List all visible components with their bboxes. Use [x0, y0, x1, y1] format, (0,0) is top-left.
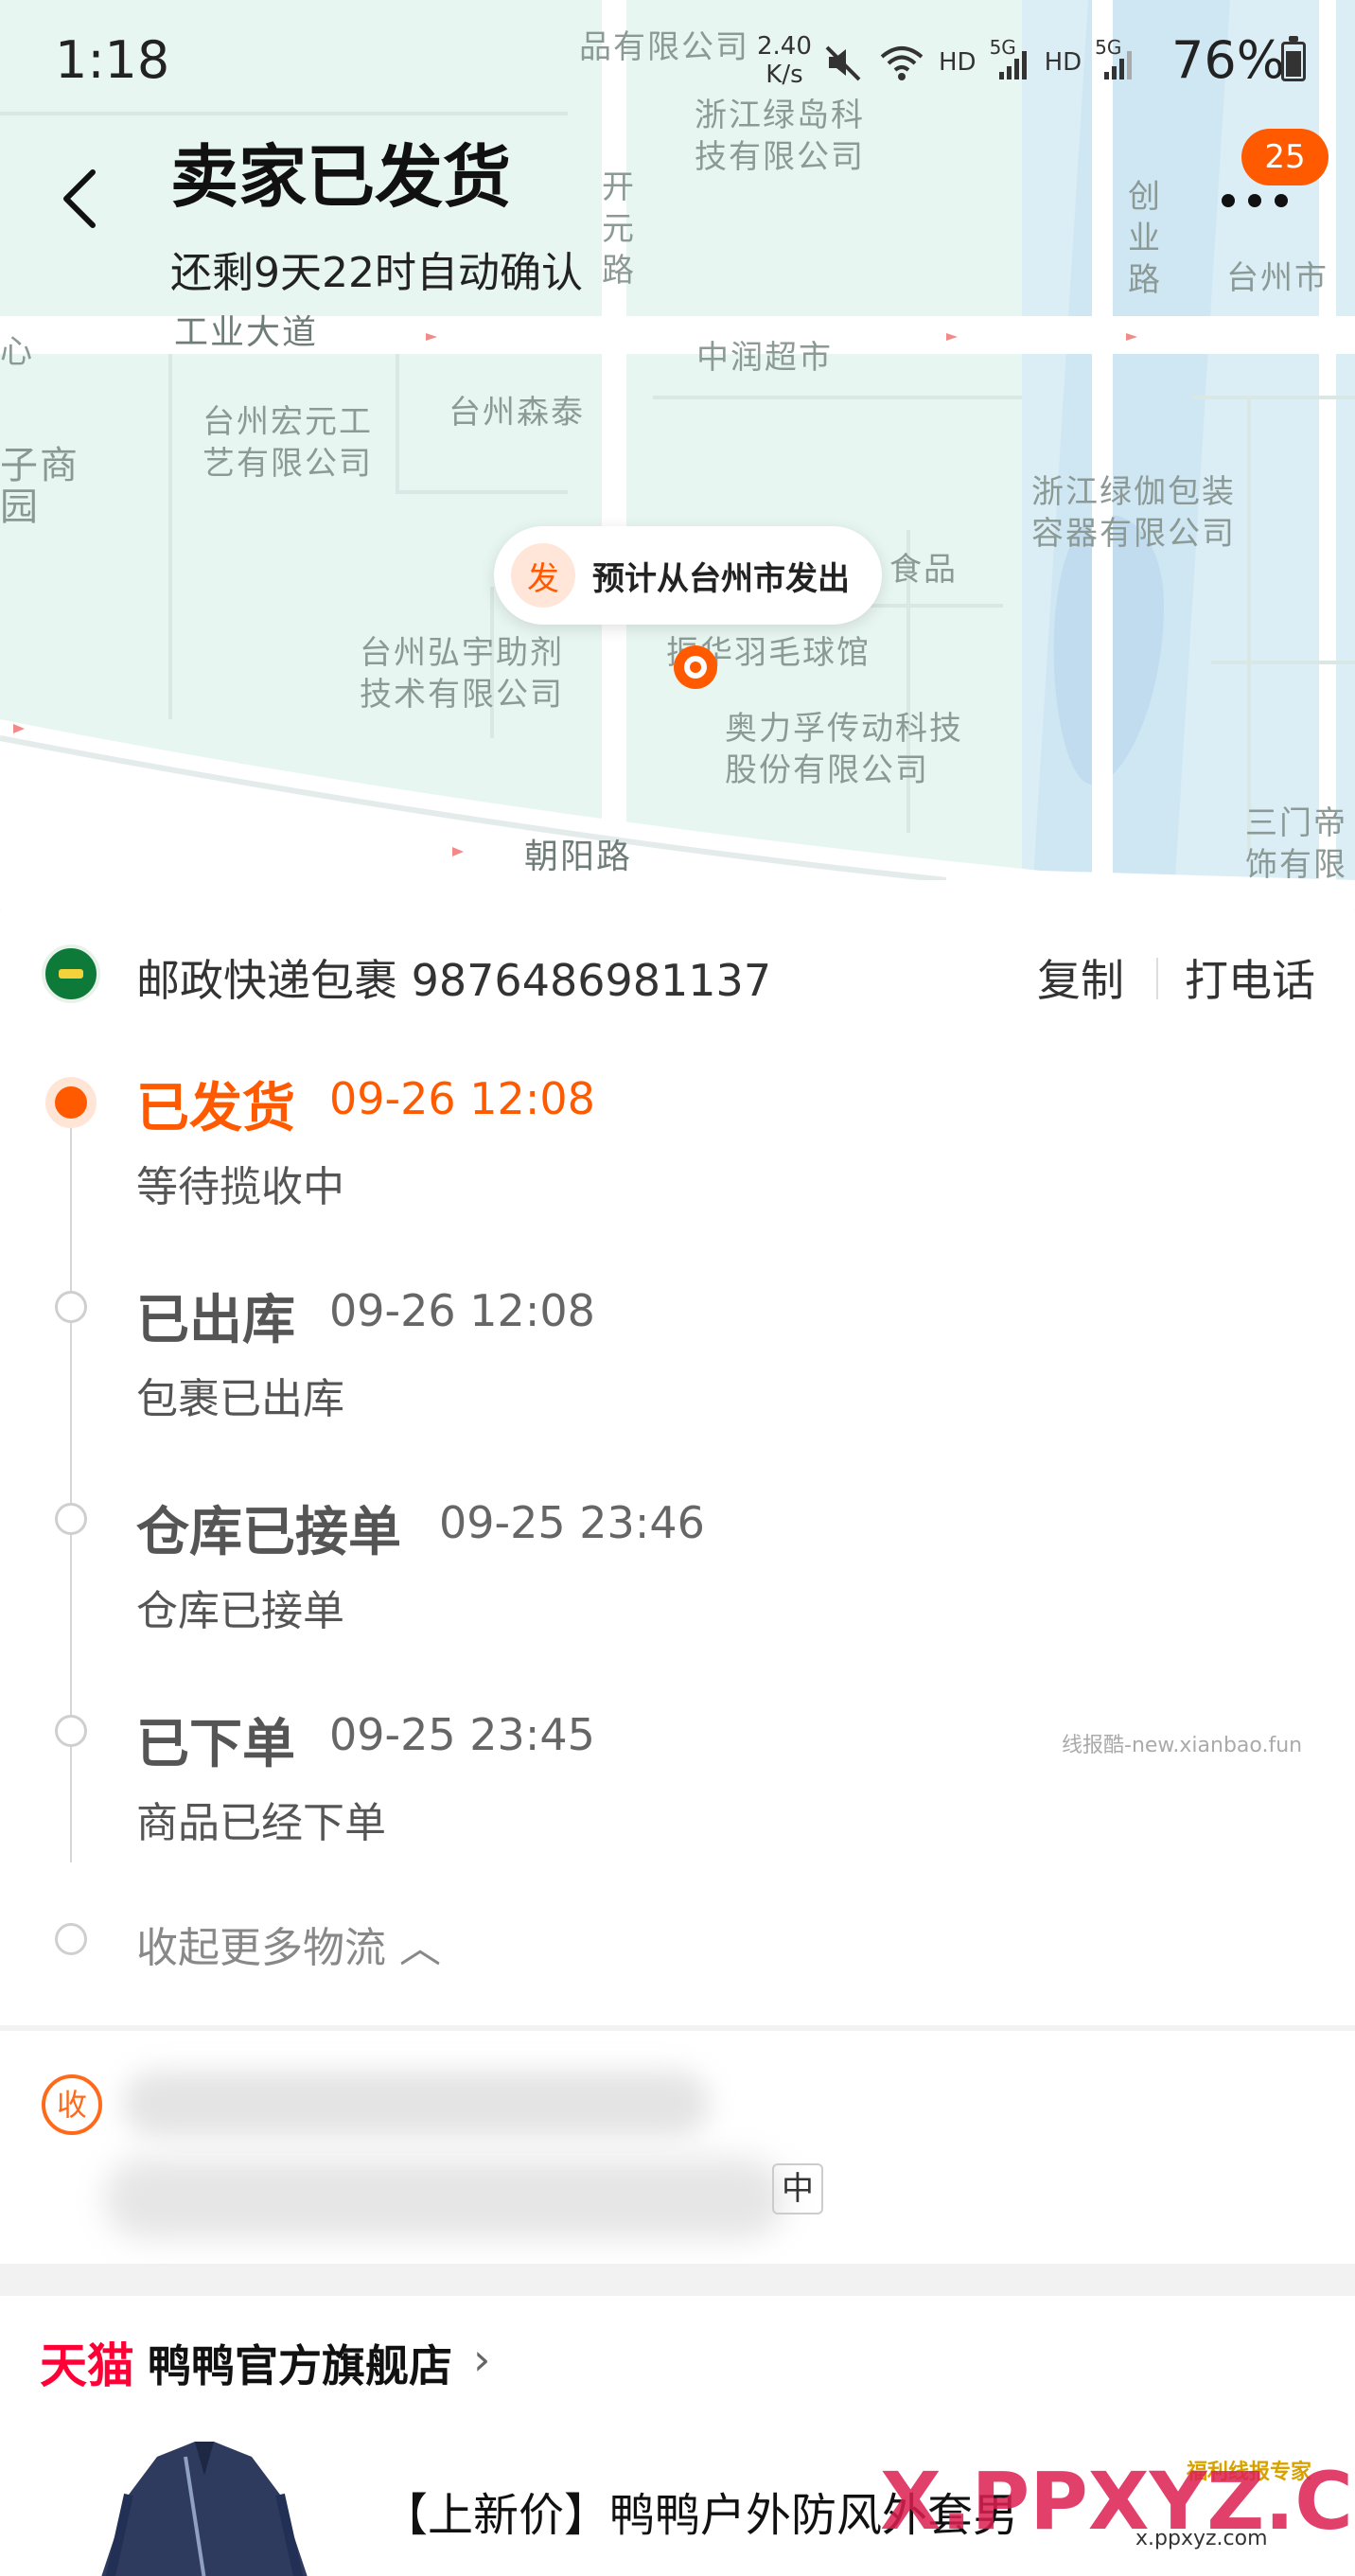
- hd-label: HD: [1044, 48, 1082, 77]
- hd-label: HD: [939, 48, 977, 77]
- map-label: 朝阳路: [524, 838, 633, 876]
- signal-5g-icon: 5G: [990, 36, 1031, 83]
- status-time: 1:18: [55, 30, 170, 90]
- timeline-dot: [55, 1923, 87, 1955]
- status-bar: 1:18 2.40 K/s HD 5G HD 5G 76%: [0, 0, 1355, 123]
- timeline-title: 已下单: [136, 1714, 295, 1775]
- carrier-row: 邮政快递包裹 9876486981137 复制 打电话: [0, 918, 1355, 1032]
- collapse-logistics-button[interactable]: 收起更多物流 ︿: [136, 1914, 441, 1974]
- timeline-item: 已发货 09-26 12:08 等待揽收中: [0, 1066, 1355, 1255]
- map-label: 中润超市: [696, 339, 833, 377]
- map-label: 创 业 路: [1128, 178, 1162, 299]
- timeline-desc: 包裹已出库: [136, 1375, 344, 1423]
- redacted-receiver-address: [104, 2158, 785, 2239]
- logistics-card: 邮政快递包裹 9876486981137 复制 打电话 已发货 09-26 12…: [0, 880, 1355, 2025]
- location-pin-icon: [674, 645, 717, 689]
- jacket-image: [101, 2442, 308, 2576]
- copy-button[interactable]: 复制: [1037, 946, 1124, 1009]
- receiver-address-card[interactable]: 收 中: [0, 2031, 1355, 2264]
- more-dots-icon: [1222, 194, 1288, 207]
- tracking-number: 邮政快递包裹 9876486981137: [136, 955, 772, 1006]
- map-label: 台州市: [1226, 259, 1329, 297]
- timeline-time: 09-26 12:08: [329, 1073, 595, 1124]
- redacted-receiver-name: [123, 2071, 710, 2137]
- timeline-desc: 仓库已接单: [136, 1587, 344, 1635]
- shop-name-link[interactable]: 鸭鸭官方旗舰店: [148, 2332, 452, 2394]
- timeline-title: 仓库已接单: [136, 1502, 401, 1563]
- map-label: 子商 园: [0, 444, 79, 529]
- chevron-right-icon: ›: [473, 2334, 491, 2385]
- timeline-time: 09-25 23:46: [439, 1497, 705, 1548]
- timeline-dot-active: [45, 1077, 97, 1128]
- map-label: 台州宏元工 艺有限公司: [202, 403, 373, 483]
- auto-confirm-countdown: 还剩9天22时自动确认: [170, 249, 583, 297]
- divider: [1156, 958, 1158, 999]
- map-label: 台州弘宇助剂 技术有限公司: [360, 634, 564, 714]
- timeline-time: 09-26 12:08: [329, 1285, 595, 1336]
- product-image[interactable]: [91, 2438, 318, 2576]
- wifi-icon: [880, 46, 924, 80]
- mute-icon: [825, 45, 861, 81]
- network-speed: 2.40 K/s: [757, 32, 812, 89]
- signal-5g-icon: 5G: [1095, 36, 1136, 83]
- shop-card: 天猫 鸭鸭官方旗舰店 › 【上新价】鸭鸭户外防风外套男 福利线报专家 X.PPX…: [0, 2296, 1355, 2576]
- tmall-logo: 天猫: [40, 2338, 134, 2393]
- watermark-text: 线报酷-new.xianbao.fun: [1062, 1734, 1303, 1757]
- order-tracking-page: 品有限公司 浙江绿岛科 技有限公司 开 元 路 创 业 路 台州市 工业大道 中…: [0, 0, 1355, 2576]
- timeline-item: 仓库已接单 09-25 23:46 仓库已接单: [0, 1490, 1355, 1679]
- chevron-left-icon: [63, 169, 96, 228]
- map-label: 心: [0, 333, 34, 371]
- watermark-logo: X.PPXYZ.COM: [880, 2455, 1355, 2548]
- address-tag: 中: [772, 2163, 823, 2214]
- map-label: 奥力孚传动科技 股份有限公司: [725, 710, 963, 789]
- battery-level: 76%: [1171, 30, 1286, 90]
- timeline-dot: [55, 1291, 87, 1323]
- map-label: 浙江绿伽包装 容器有限公司: [1031, 473, 1236, 553]
- timeline-title: 已发货: [136, 1078, 295, 1139]
- message-count-badge: 25: [1241, 129, 1329, 185]
- receiver-icon: 收: [42, 2074, 102, 2135]
- shipping-origin-text: 预计从台州市发出: [592, 559, 850, 598]
- status-icons: HD 5G HD 5G: [823, 36, 1136, 89]
- page-title: 卖家已发货: [170, 137, 512, 217]
- watermark-url: x.ppxyz.com: [1135, 2527, 1268, 2550]
- china-post-logo-icon: [42, 944, 100, 1003]
- timeline-title: 已出库: [136, 1290, 295, 1351]
- timeline-dot: [55, 1715, 87, 1747]
- timeline-dot: [55, 1503, 87, 1535]
- map-label: 台州森泰: [449, 394, 585, 432]
- call-button[interactable]: 打电话: [1185, 946, 1315, 1009]
- timeline-desc: 商品已经下单: [136, 1799, 386, 1847]
- timeline-desc: 等待揽收中: [136, 1163, 344, 1211]
- timeline-time: 09-25 23:45: [329, 1709, 595, 1760]
- map-label: 食品: [889, 551, 958, 589]
- map-label: 三门帝 饰有限: [1245, 804, 1347, 884]
- map-label: 工业大道: [174, 313, 319, 352]
- shipping-origin-bubble[interactable]: 发 预计从台州市发出: [494, 526, 882, 625]
- timeline-item: 已出库 09-26 12:08 包裹已出库: [0, 1278, 1355, 1467]
- more-button[interactable]: [1217, 182, 1293, 220]
- back-button[interactable]: [53, 161, 110, 237]
- ship-icon: 发: [511, 543, 575, 608]
- battery-icon: [1281, 36, 1306, 81]
- map-label: 开 元 路: [602, 168, 636, 290]
